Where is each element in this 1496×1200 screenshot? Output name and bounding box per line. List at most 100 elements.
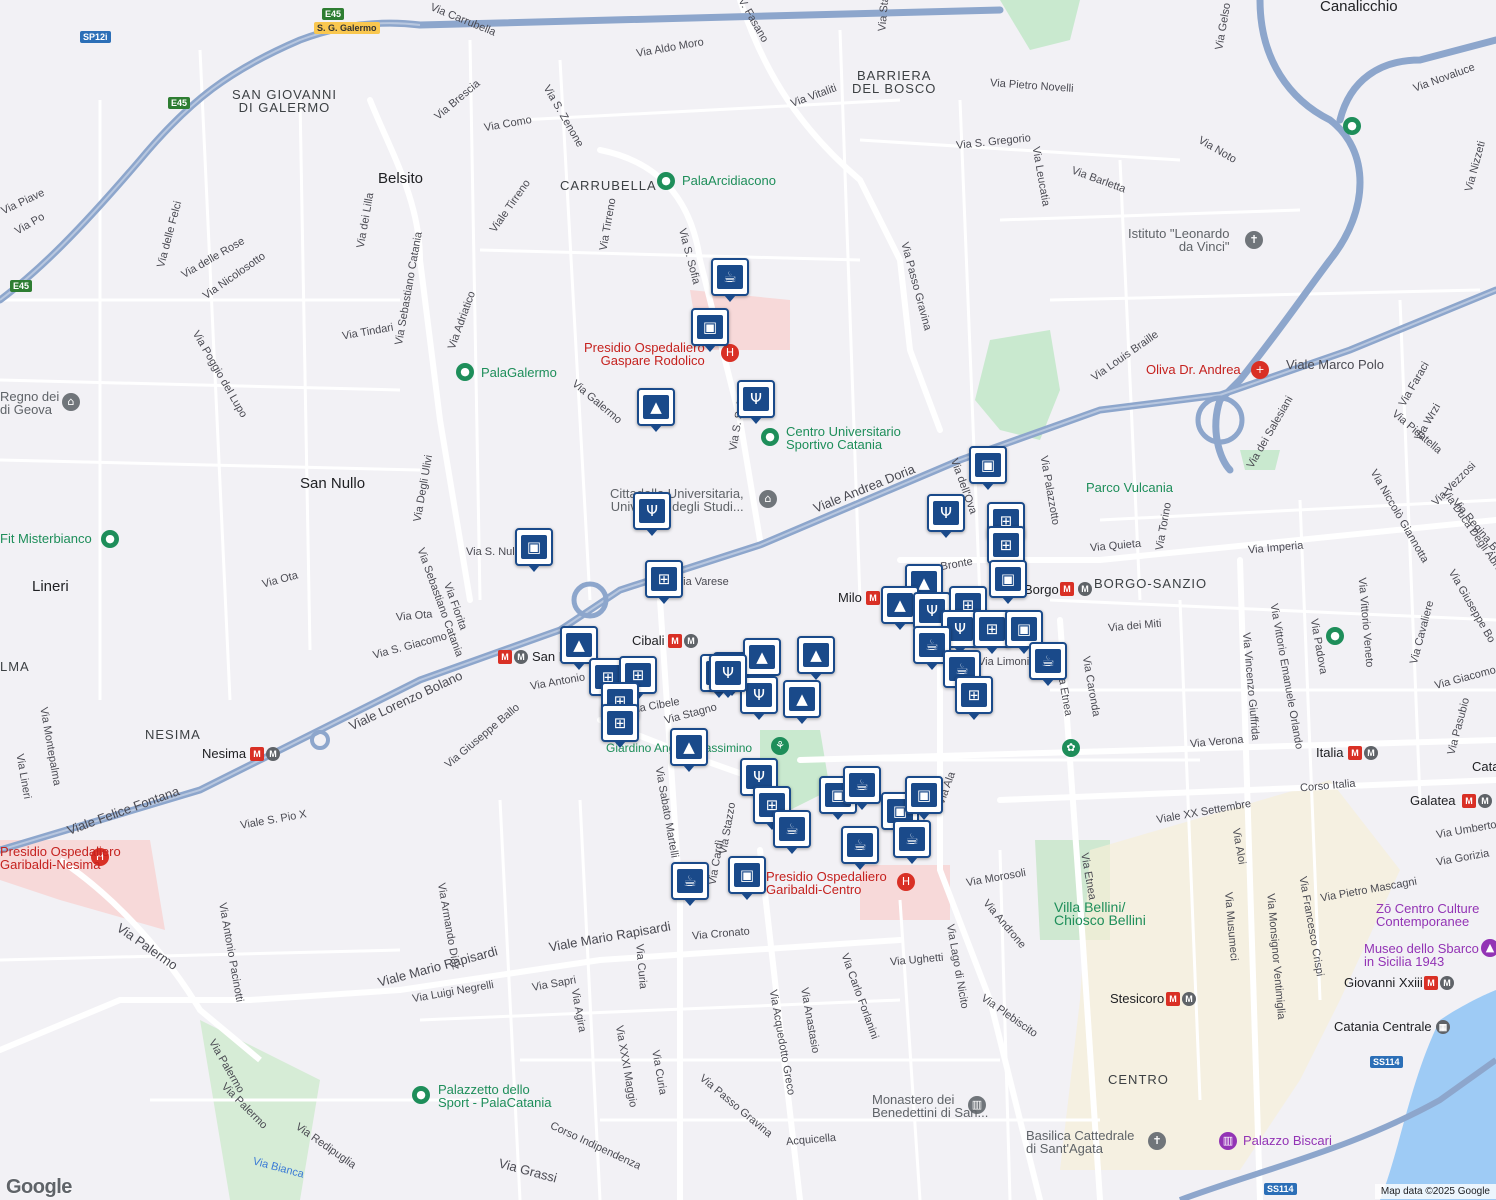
church-icon[interactable]: ✝ (1148, 1132, 1166, 1150)
poi-label[interactable]: Centro Universitario Sportivo Catania (786, 425, 901, 451)
poi-label[interactable]: Zō Centro Culture Contemporanee (1376, 902, 1479, 928)
road-badge: SS114 (1264, 1183, 1297, 1195)
map-attribution[interactable]: Map data ©2025 Google (1374, 1184, 1496, 1199)
cafe-marker[interactable]: ☕ (893, 820, 931, 864)
cafe-marker[interactable]: ☕ (1029, 642, 1067, 686)
poi-label[interactable]: Palazzo Biscari (1243, 1134, 1332, 1147)
metro-icon[interactable]: M (1166, 992, 1180, 1006)
park-icon[interactable]: ● (456, 363, 474, 381)
place-of-worship-icon[interactable]: ⌂ (62, 393, 80, 411)
poi-label[interactable]: Monastero dei Benedettini di San... (872, 1093, 988, 1119)
train-icon[interactable]: ▦ (1436, 1020, 1450, 1034)
school-marker[interactable]: ▲ (743, 638, 781, 682)
cafe-icon: ☕ (717, 265, 743, 289)
poi-label[interactable]: Cittadella Universitaria, Università deg… (610, 487, 744, 513)
restaurant-marker[interactable]: Ψ (633, 492, 671, 536)
park-icon[interactable]: ● (761, 428, 779, 446)
road-badge: S. G. Galermo (314, 22, 380, 34)
metro-icon[interactable]: M (1364, 746, 1378, 760)
museum-icon[interactable]: ▲ (1481, 939, 1496, 957)
map-canvas[interactable]: E45 S. G. Galermo SP12i E45 E45 SS114 SS… (0, 0, 1496, 1200)
poi-label[interactable]: Istituto "Leonardo da Vinci" (1128, 227, 1229, 253)
metro-icon[interactable]: M (1060, 582, 1074, 596)
shop-marker[interactable]: ▣ (969, 446, 1007, 490)
palace-icon[interactable]: ▥ (1219, 1132, 1237, 1150)
university-icon[interactable]: ⌂ (759, 490, 777, 508)
restaurant-marker[interactable]: Ψ (927, 494, 965, 538)
poi-label[interactable]: Oliva Dr. Andrea (1146, 363, 1241, 376)
shop-marker[interactable]: ▣ (515, 528, 553, 572)
metro-icon[interactable]: M (866, 591, 880, 605)
poi-label[interactable]: Fit Misterbianco (0, 532, 92, 545)
cafe-icon: ☕ (779, 817, 805, 841)
restaurant-marker[interactable]: Ψ (737, 380, 775, 424)
metro-icon[interactable]: M (1348, 746, 1362, 760)
stadium-icon[interactable]: ● (412, 1086, 430, 1104)
poi-label[interactable]: Museo dello Sbarco in Sicilia 1943 (1364, 942, 1479, 968)
park-icon[interactable]: ● (1343, 117, 1361, 135)
place-icon[interactable]: ✝ (1245, 231, 1263, 249)
health-icon[interactable]: + (1251, 361, 1269, 379)
metro-icon[interactable]: M (1078, 582, 1092, 596)
cafe-marker[interactable]: ☕ (671, 862, 709, 906)
metro-station-label[interactable]: Catania Centrale (1334, 1020, 1432, 1033)
poi-label[interactable]: PalaArcidiacono (682, 174, 776, 187)
metro-icon[interactable]: M (266, 747, 280, 761)
gym-icon[interactable]: ● (101, 530, 119, 548)
shop-icon: ▣ (975, 453, 1001, 477)
poi-label[interactable]: Palazzetto dello Sport - PalaCatania (438, 1083, 551, 1109)
cafe-marker[interactable]: ☕ (843, 766, 881, 810)
metro-icon[interactable]: M (1424, 976, 1438, 990)
metro-icon[interactable]: M (668, 634, 682, 648)
park-icon[interactable]: ● (1326, 627, 1344, 645)
poi-label[interactable]: Parco Vulcania (1086, 481, 1173, 494)
metro-station-label[interactable]: Cata (1472, 760, 1496, 773)
shop-marker[interactable]: ▣ (728, 856, 766, 900)
shop-marker[interactable]: ▣ (691, 308, 729, 352)
grocery-marker[interactable]: ⊞ (955, 676, 993, 720)
school-marker[interactable]: ▲ (783, 680, 821, 724)
grocery-icon: ⊞ (993, 533, 1019, 557)
metro-icon[interactable]: M (1182, 992, 1196, 1006)
metro-icon[interactable]: M (1478, 794, 1492, 808)
park-icon[interactable]: ⚘ (771, 737, 789, 755)
grocery-marker[interactable]: ⊞ (601, 704, 639, 748)
metro-icon[interactable]: M (514, 650, 528, 664)
metro-icon[interactable]: M (1440, 976, 1454, 990)
cafe-marker[interactable]: ☕ (711, 258, 749, 302)
park-icon[interactable]: ✿ (1062, 739, 1080, 757)
hospital-icon[interactable]: H (721, 344, 739, 362)
school-marker[interactable]: ▲ (637, 388, 675, 432)
hospital-icon[interactable]: H (897, 873, 915, 891)
metro-station-label[interactable]: Galatea (1410, 794, 1456, 807)
grocery-marker[interactable]: ⊞ (645, 560, 683, 604)
poi-label[interactable]: Presidio Ospedaliero Gaspare Rodolico (584, 341, 705, 367)
metro-station-label[interactable]: Giovanni Xxiii (1344, 976, 1423, 989)
metro-station-label[interactable]: Milo (838, 591, 862, 604)
metro-icon[interactable]: M (498, 650, 512, 664)
metro-icon[interactable]: M (684, 634, 698, 648)
poi-label[interactable]: Regno dei di Geova (0, 390, 59, 416)
cafe-marker[interactable]: ☕ (773, 810, 811, 854)
park-icon[interactable]: ● (657, 172, 675, 190)
school-marker[interactable]: ▲ (797, 636, 835, 680)
town-label: San Nullo (300, 475, 366, 492)
metro-station-label[interactable]: Stesicoro (1110, 992, 1164, 1005)
shop-marker[interactable]: ▣ (905, 776, 943, 820)
poi-label[interactable]: Presidio Ospedaliero Garibaldi-Nesima (0, 845, 121, 871)
metro-station-label[interactable]: Borgo (1024, 583, 1059, 596)
metro-station-label[interactable]: Italia (1316, 746, 1343, 759)
grocery-marker[interactable]: ⊞ (987, 526, 1025, 570)
metro-station-label[interactable]: Cibali (632, 634, 665, 647)
poi-label[interactable]: Presidio Ospedaliero Garibaldi-Centro (766, 870, 887, 896)
cafe-marker[interactable]: ☕ (841, 826, 879, 870)
poi-label[interactable]: PalaGalermo (481, 366, 557, 379)
shop-marker[interactable]: ▣ (989, 560, 1027, 604)
metro-icon[interactable]: M (250, 747, 264, 761)
poi-label[interactable]: Basilica Cattedrale di Sant'Agata (1026, 1129, 1134, 1155)
metro-station-label[interactable]: Nesima (202, 747, 246, 760)
school-marker[interactable]: ▲ (670, 728, 708, 772)
restaurant-marker[interactable]: Ψ (709, 654, 747, 698)
poi-label[interactable]: Villa Bellini/ Chiosco Bellini (1054, 900, 1146, 927)
metro-icon[interactable]: M (1462, 794, 1476, 808)
